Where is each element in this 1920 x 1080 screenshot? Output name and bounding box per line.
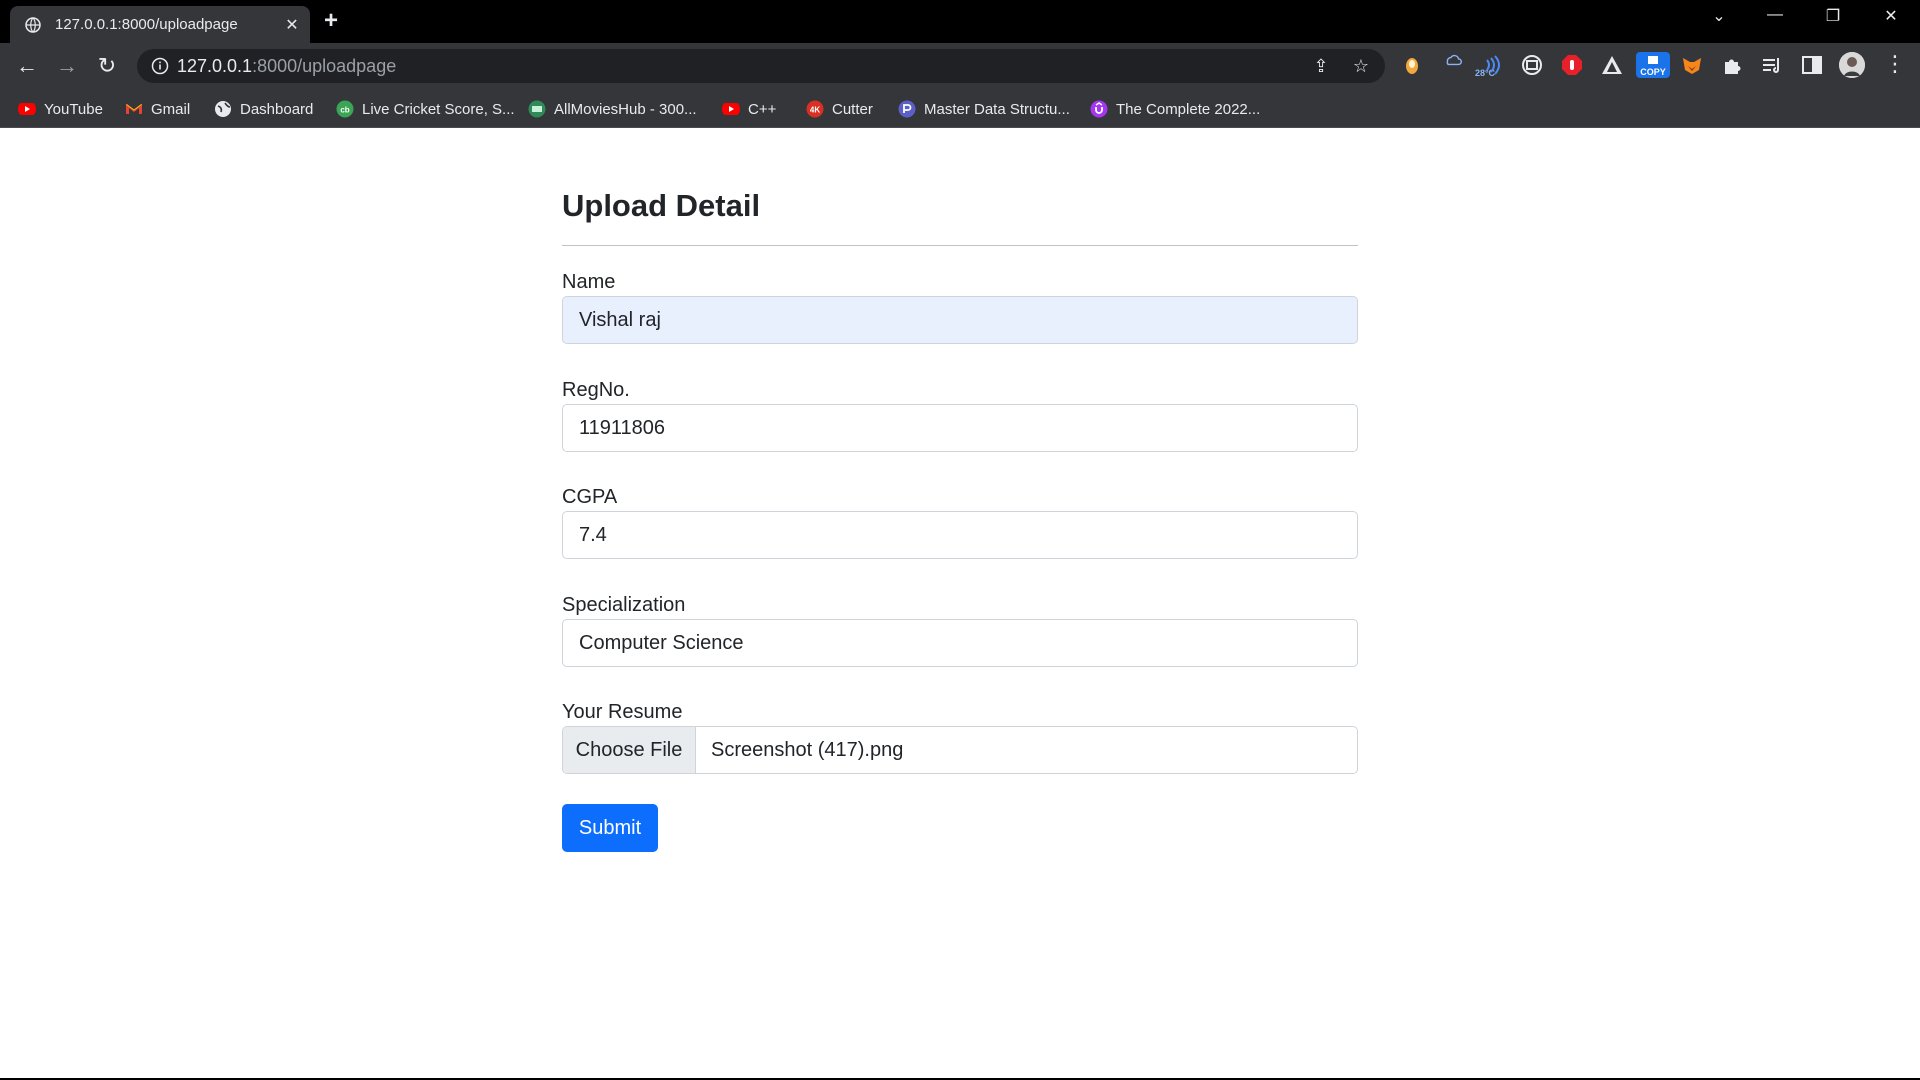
browser-menu-icon[interactable]: ⋮ <box>1884 51 1906 77</box>
regno-field[interactable]: 11911806 <box>562 404 1358 452</box>
site-info-icon[interactable] <box>151 57 169 75</box>
active-tab[interactable]: 127.0.0.1:8000/uploadpage ✕ <box>10 6 310 43</box>
selected-file-name: Screenshot (417).png <box>711 739 904 761</box>
bookmark-label: Dashboard <box>240 100 314 118</box>
close-window-button[interactable]: ✕ <box>1876 6 1906 26</box>
weather-extension-icon[interactable]: 28°C <box>1437 52 1495 78</box>
tab-strip: 127.0.0.1:8000/uploadpage ✕ + ⌄ — ❐ ✕ <box>0 0 1920 43</box>
bookmark-item[interactable]: Dashboard <box>214 99 313 119</box>
bookmark-star-icon[interactable]: ☆ <box>1351 56 1371 76</box>
extension-wave-icon[interactable] <box>1479 52 1505 78</box>
cgpa-label: CGPA <box>562 486 618 508</box>
address-host: 127.0.0.1 <box>177 56 253 76</box>
share-icon[interactable]: ⇪ <box>1311 56 1331 76</box>
bookmark-label: Cutter <box>832 100 873 118</box>
bookmark-item[interactable]: C++ <box>722 99 776 119</box>
youtube-icon <box>722 103 740 115</box>
address-url: 127.0.0.1:8000/uploadpage <box>177 56 396 77</box>
extension-triangle-icon[interactable] <box>1599 52 1625 78</box>
bookmark-item[interactable]: YouTube <box>18 99 103 119</box>
bookmark-item[interactable]: cb Live Cricket Score, S... <box>336 99 515 119</box>
close-tab-icon[interactable]: ✕ <box>282 15 302 35</box>
adblock-icon[interactable] <box>1559 52 1585 78</box>
metamask-fox-icon[interactable] <box>1679 52 1705 78</box>
forward-button[interactable]: → <box>52 51 82 81</box>
4k-icon: 4K <box>806 100 824 118</box>
bookmarks-bar: YouTube Gmail Dashboard cb Live Cricket … <box>0 90 1920 128</box>
page-title: Upload Detail <box>562 188 761 223</box>
restore-button[interactable]: ❐ <box>1818 6 1848 26</box>
address-bar[interactable]: 127.0.0.1:8000/uploadpage ⇪ ☆ <box>137 49 1385 83</box>
choose-file-button[interactable]: Choose File <box>563 727 696 773</box>
reload-button[interactable]: ↻ <box>92 51 122 81</box>
browser-toolbar: ← → ↻ 127.0.0.1:8000/uploadpage ⇪ ☆ 28°C… <box>0 43 1920 90</box>
specialization-label: Specialization <box>562 594 686 616</box>
svg-text:cb: cb <box>340 106 349 115</box>
bookmark-label: Gmail <box>151 100 191 118</box>
bookmark-label: Master Data Structu... <box>924 100 1070 118</box>
bookmark-label: AllMoviesHub - 300... <box>554 100 697 118</box>
extensions-puzzle-icon[interactable] <box>1719 52 1745 78</box>
bookmark-label: The Complete 2022... <box>1116 100 1261 118</box>
submit-button[interactable]: Submit <box>562 804 658 852</box>
tab-search-icon[interactable]: ⌄ <box>1704 6 1734 26</box>
extension-cookie-icon[interactable] <box>1399 52 1425 78</box>
cgpa-field[interactable]: 7.4 <box>562 511 1358 559</box>
resume-file-input[interactable]: Choose File Screenshot (417).png <box>562 726 1358 774</box>
bookmark-label: Live Cricket Score, S... <box>362 100 515 118</box>
new-tab-button[interactable]: + <box>324 7 338 35</box>
minimize-button[interactable]: — <box>1760 6 1790 24</box>
tab-title: 127.0.0.1:8000/uploadpage <box>55 16 238 33</box>
side-panel-icon[interactable] <box>1799 52 1825 78</box>
address-path: :8000/uploadpage <box>252 56 397 76</box>
allmovieshub-icon <box>528 100 546 118</box>
name-label: Name <box>562 271 616 293</box>
svg-text:4K: 4K <box>810 106 820 115</box>
gmail-icon <box>125 103 143 114</box>
bookmark-label: C++ <box>748 100 777 118</box>
bookmark-item[interactable]: Master Data Structu... <box>898 99 1070 119</box>
regno-label: RegNo. <box>562 379 630 401</box>
bookmark-item[interactable]: 4K Cutter <box>806 99 873 119</box>
cricbuzz-icon: cb <box>336 100 354 118</box>
resume-label: Your Resume <box>562 701 683 723</box>
bookmark-item[interactable]: Gmail <box>125 99 190 119</box>
name-field[interactable]: Vishal raj <box>562 296 1358 344</box>
copy-badge: COPY <box>1640 67 1666 77</box>
course-icon <box>898 100 916 118</box>
globe-icon <box>25 17 41 33</box>
profile-avatar[interactable] <box>1839 52 1865 78</box>
specialization-field[interactable]: Computer Science <box>562 619 1358 667</box>
bookmark-item[interactable]: The Complete 2022... <box>1090 99 1260 119</box>
extension-screen-icon[interactable] <box>1519 52 1545 78</box>
udemy-icon <box>1090 100 1108 118</box>
bookmark-item[interactable]: AllMoviesHub - 300... <box>528 99 697 119</box>
youtube-icon <box>18 103 36 115</box>
title-divider <box>562 245 1358 246</box>
bookmark-label: YouTube <box>44 100 103 118</box>
copy-extension-icon[interactable]: COPY <box>1636 52 1670 78</box>
globe-icon <box>215 101 231 117</box>
reading-list-icon[interactable] <box>1759 52 1785 78</box>
back-button[interactable]: ← <box>12 51 42 81</box>
page-content: Upload Detail Name Vishal raj RegNo. 119… <box>0 128 1920 1079</box>
